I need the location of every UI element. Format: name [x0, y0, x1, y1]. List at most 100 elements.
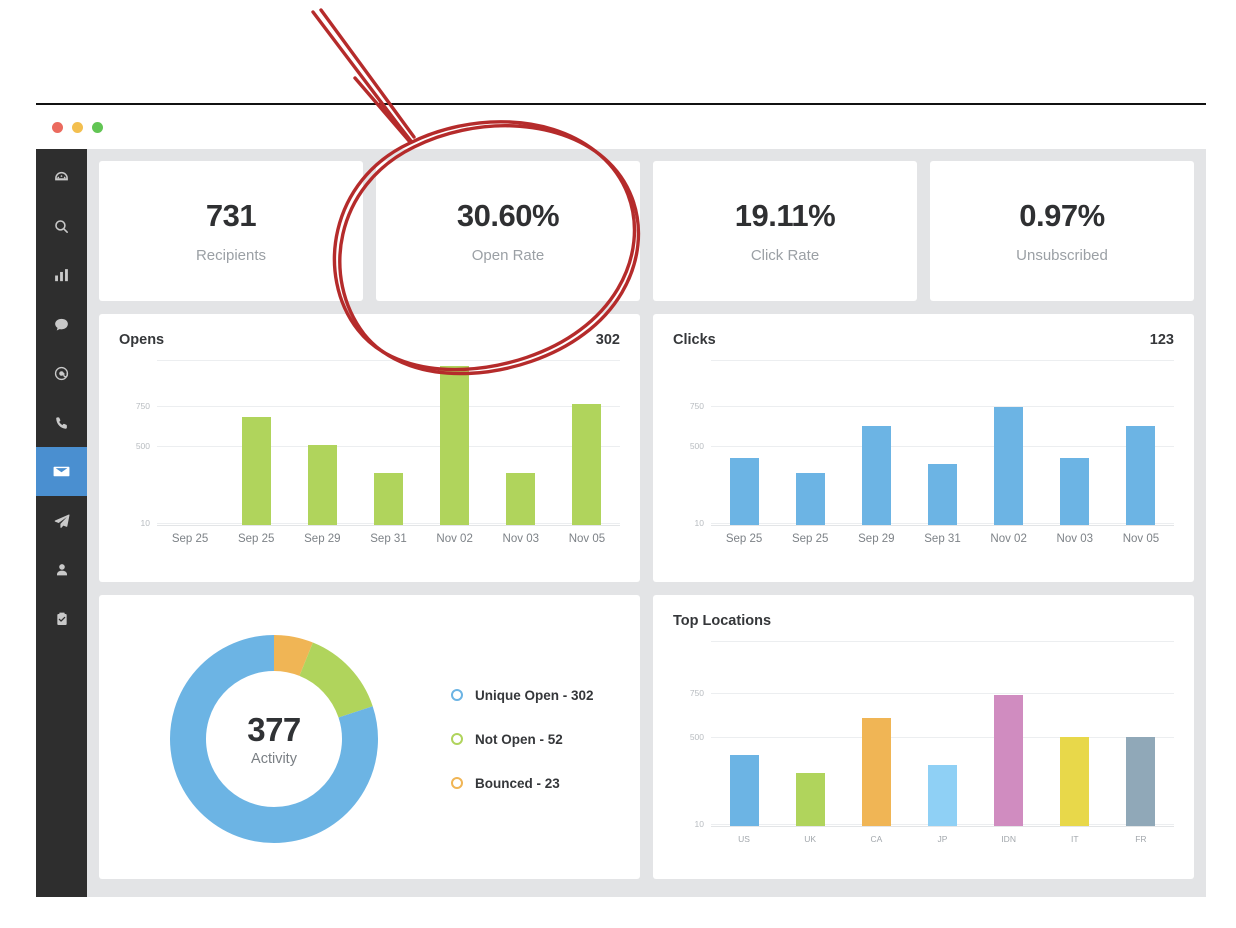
- kpi-value: 731: [206, 198, 256, 234]
- sidebar-item-search[interactable]: [36, 202, 87, 251]
- bar-slot: [1108, 641, 1174, 826]
- clicks-bar-chart[interactable]: 75050010 Sep 25Sep 25Sep 29Sep 31Nov 02N…: [673, 360, 1174, 555]
- bar[interactable]: [796, 473, 825, 525]
- card-total: 123: [1150, 332, 1174, 348]
- x-axis-label: UK: [777, 834, 843, 844]
- opens-bar-chart[interactable]: 75050010 Sep 25Sep 25Sep 29Sep 31Nov 02N…: [119, 360, 620, 555]
- x-axis-label: IDN: [976, 834, 1042, 844]
- kpi-card-unsubscribed[interactable]: 0.97% Unsubscribed: [930, 161, 1194, 301]
- bar-slot: [422, 360, 488, 525]
- bar-chart-icon: [53, 267, 70, 284]
- y-axis-tick: 10: [695, 819, 704, 829]
- bar[interactable]: [730, 755, 759, 826]
- x-axis-label: FR: [1108, 834, 1174, 844]
- activity-donut-chart[interactable]: 377 Activity: [169, 634, 379, 844]
- legend-label: Not Open - 52: [475, 732, 563, 747]
- bar[interactable]: [994, 695, 1023, 826]
- kpi-value: 0.97%: [1019, 198, 1104, 234]
- bar[interactable]: [796, 773, 825, 826]
- clipboard-check-icon: [54, 611, 70, 627]
- bar[interactable]: [1060, 737, 1089, 826]
- dashboard-icon: [53, 169, 70, 186]
- sidebar: [36, 149, 87, 897]
- legend-item[interactable]: Unique Open - 302: [451, 688, 594, 703]
- maximize-button[interactable]: [92, 122, 103, 133]
- sidebar-item-tasks[interactable]: [36, 594, 87, 643]
- chat-bubble-icon: [53, 316, 70, 333]
- sidebar-item-chat[interactable]: [36, 300, 87, 349]
- kpi-card-recipients[interactable]: 731 Recipients: [99, 161, 363, 301]
- kpi-label: Click Rate: [751, 247, 819, 264]
- legend-item[interactable]: Not Open - 52: [451, 732, 594, 747]
- legend-item[interactable]: Bounced - 23: [451, 776, 594, 791]
- x-axis-label: JP: [909, 834, 975, 844]
- bar[interactable]: [928, 464, 957, 525]
- plot-area: 75050010: [711, 360, 1174, 525]
- top-locations-bar-chart[interactable]: 75050010 USUKCAJPIDNITFR: [673, 641, 1174, 856]
- x-axis-label: Sep 25: [157, 533, 223, 545]
- at-sign-icon: [53, 365, 70, 382]
- screenshot-root: 731 Recipients 30.60% Open Rate 19.11% C…: [0, 0, 1236, 928]
- card-title: Top Locations: [673, 613, 771, 629]
- dashboard-content: 731 Recipients 30.60% Open Rate 19.11% C…: [87, 149, 1206, 897]
- bar[interactable]: [994, 407, 1023, 525]
- kpi-label: Unsubscribed: [1016, 247, 1108, 264]
- top-locations-card-header: Top Locations: [673, 613, 1174, 629]
- legend-color-dot: [451, 733, 463, 745]
- bar[interactable]: [1126, 426, 1155, 525]
- donut-legend: Unique Open - 302 Not Open - 52 Bounced - …: [451, 688, 594, 791]
- bar-slot: [909, 360, 975, 525]
- phone-icon: [54, 415, 70, 431]
- sidebar-item-contacts[interactable]: [36, 545, 87, 594]
- bar[interactable]: [1126, 737, 1155, 826]
- y-axis-tick: 750: [690, 401, 704, 411]
- legend-color-dot: [451, 689, 463, 701]
- bar-slot: [843, 641, 909, 826]
- chart-row-top: Opens 302 75050010 Sep 25Sep 25Sep 29Sep…: [99, 314, 1194, 582]
- bar[interactable]: [572, 404, 601, 525]
- bar-slot: [909, 641, 975, 826]
- bar[interactable]: [928, 765, 957, 826]
- bar[interactable]: [374, 473, 403, 525]
- x-axis-labels: Sep 25Sep 25Sep 29Sep 31Nov 02Nov 03Nov …: [157, 533, 620, 545]
- donut-center: 377 Activity: [169, 634, 379, 844]
- clicks-card: Clicks 123 75050010 Sep 25Sep 25Sep 29Se…: [653, 314, 1194, 582]
- bar[interactable]: [730, 458, 759, 525]
- x-axis-label: Sep 31: [355, 533, 421, 545]
- bar[interactable]: [308, 445, 337, 525]
- bar-slot: [1042, 360, 1108, 525]
- bar[interactable]: [242, 417, 271, 525]
- y-axis-tick: 500: [690, 732, 704, 742]
- y-axis-tick: 500: [136, 441, 150, 451]
- x-axis-label: Sep 31: [909, 533, 975, 545]
- kpi-label: Open Rate: [472, 247, 545, 264]
- envelope-icon: [52, 462, 71, 481]
- y-axis-tick: 500: [690, 441, 704, 451]
- bar[interactable]: [862, 426, 891, 525]
- sidebar-item-calls[interactable]: [36, 398, 87, 447]
- legend-label: Bounced - 23: [475, 776, 560, 791]
- close-button[interactable]: [52, 122, 63, 133]
- y-axis-tick: 10: [695, 518, 704, 528]
- y-axis-tick: 10: [141, 518, 150, 528]
- bar[interactable]: [862, 718, 891, 827]
- sidebar-item-email[interactable]: [36, 447, 87, 496]
- sidebar-item-reports[interactable]: [36, 251, 87, 300]
- kpi-value: 30.60%: [457, 198, 559, 234]
- kpi-card-click-rate[interactable]: 19.11% Click Rate: [653, 161, 917, 301]
- window-controls[interactable]: [52, 122, 103, 133]
- sidebar-item-mentions[interactable]: [36, 349, 87, 398]
- sidebar-item-campaigns[interactable]: [36, 496, 87, 545]
- x-axis-label: Nov 03: [1042, 533, 1108, 545]
- minimize-button[interactable]: [72, 122, 83, 133]
- bar[interactable]: [506, 473, 535, 525]
- y-axis-tick: 750: [690, 688, 704, 698]
- chart-row-bottom: 377 Activity Unique Open - 302 Not Open -…: [99, 595, 1194, 879]
- x-axis-label: Nov 02: [976, 533, 1042, 545]
- bar-slot: [976, 360, 1042, 525]
- bar[interactable]: [440, 366, 469, 525]
- bar-slot: [289, 360, 355, 525]
- sidebar-item-dashboard[interactable]: [36, 153, 87, 202]
- bar[interactable]: [1060, 458, 1089, 525]
- kpi-card-open-rate[interactable]: 30.60% Open Rate: [376, 161, 640, 301]
